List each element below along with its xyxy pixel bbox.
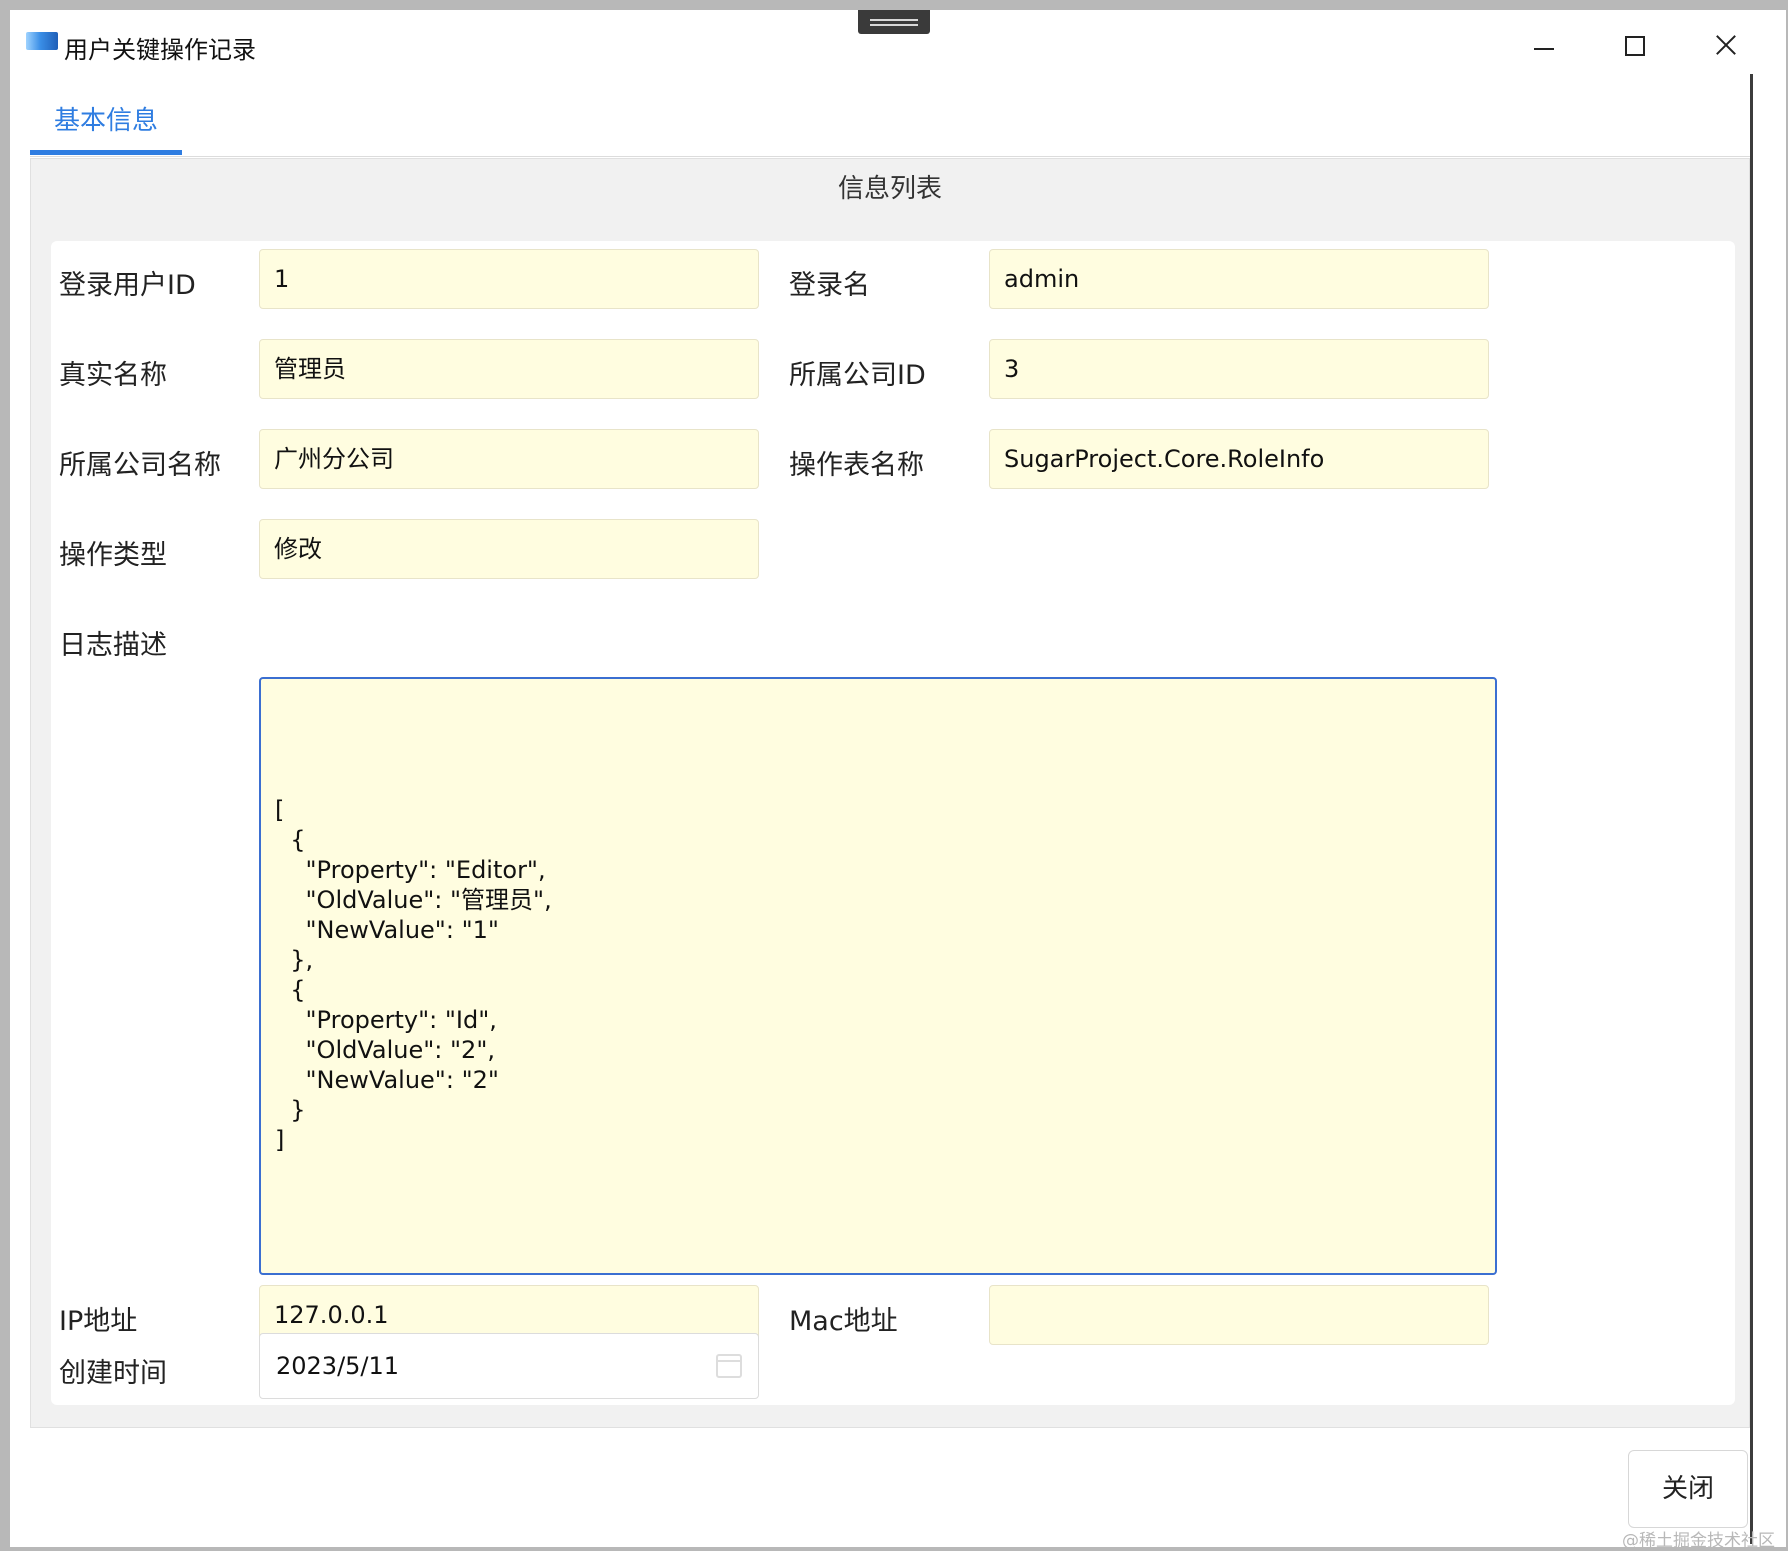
mac-address-field[interactable] [989, 1285, 1489, 1345]
scrollbar[interactable] [1750, 74, 1753, 1544]
minimize-icon[interactable] [1520, 24, 1568, 64]
login-user-id-field[interactable]: 1 [259, 249, 759, 309]
tab-basic-info[interactable]: 基本信息 [30, 98, 182, 155]
operation-type-field[interactable]: 修改 [259, 519, 759, 579]
company-name-field[interactable]: 广州分公司 [259, 429, 759, 489]
panel-title: 信息列表 [837, 174, 942, 204]
dialog-window: 用户关键操作记录 基本信息 信息列表 登录用户ID 1 登录名 admin 真实… [10, 10, 1786, 1547]
close-button[interactable]: 关闭 [1628, 1450, 1748, 1528]
calendar-icon[interactable] [716, 1354, 742, 1378]
table-name-field[interactable]: SugarProject.Core.RoleInfo [989, 429, 1489, 489]
maximize-icon[interactable] [1610, 24, 1658, 64]
created-time-datepicker[interactable]: 2023/5/11 [259, 1333, 759, 1399]
record-form: 登录用户ID 1 登录名 admin 真实名称 管理员 所属公司ID 3 所属公… [51, 241, 1735, 1405]
info-panel: 信息列表 登录用户ID 1 登录名 admin 真实名称 管理员 所属公司ID … [30, 158, 1750, 1428]
company-id-field[interactable]: 3 [989, 339, 1489, 399]
title-bar[interactable]: 用户关键操作记录 [10, 10, 1786, 70]
real-name-label: 真实名称 [59, 360, 167, 391]
watermark: @稀土掘金技术社区 [1622, 1531, 1775, 1551]
created-time-label: 创建时间 [59, 1358, 167, 1389]
log-description-label: 日志描述 [59, 630, 167, 661]
window-title: 用户关键操作记录 [64, 36, 256, 64]
company-name-label: 所属公司名称 [59, 450, 221, 481]
drag-handle-icon[interactable] [858, 10, 930, 34]
tab-bar: 基本信息 [30, 98, 1750, 157]
app-window-icon [26, 32, 58, 50]
login-name-label: 登录名 [789, 270, 870, 301]
log-description-textarea[interactable]: [ { "Property": "Editor", "OldValue": "管… [259, 677, 1497, 1275]
real-name-field[interactable]: 管理员 [259, 339, 759, 399]
created-time-value: 2023/5/11 [276, 1352, 400, 1380]
close-icon[interactable] [1702, 24, 1750, 64]
ip-address-label: IP地址 [59, 1306, 138, 1337]
operation-type-label: 操作类型 [59, 540, 167, 571]
company-id-label: 所属公司ID [789, 360, 926, 391]
login-user-id-label: 登录用户ID [59, 270, 196, 301]
table-name-label: 操作表名称 [789, 450, 924, 481]
mac-address-label: Mac地址 [789, 1306, 898, 1337]
login-name-field[interactable]: admin [989, 249, 1489, 309]
